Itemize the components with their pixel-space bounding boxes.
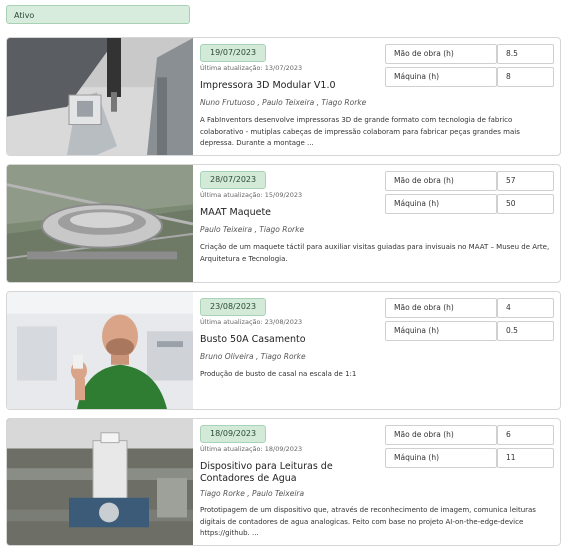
project-authors: Tiago Rorke , Paulo Teixeira [200,489,305,498]
last-updated-text: Última atualização: 18/09/2023 [200,445,303,453]
labour-hours-row: Mão de obra (h) 6 [385,425,554,445]
project-authors: Paulo Teixeira , Tiago Rorke [200,225,305,234]
project-title[interactable]: Busto 50A Casamento [200,334,385,346]
labour-hours-value: 57 [497,171,554,191]
project-description: Prototipagem de um dispositivo que, atra… [200,506,536,537]
machine-hours-row: Máquina (h) 8 [385,67,554,87]
project-thumbnail[interactable] [7,38,193,155]
project-authors: Nuno Frutuoso , Paulo Teixeira , Tiago R… [200,98,367,107]
hours-table: Mão de obra (h) 8.5 Máquina (h) 8 [385,44,554,90]
labour-hours-label: Mão de obra (h) [385,425,497,445]
machine-hours-value: 50 [497,194,554,214]
labour-hours-row: Mão de obra (h) 4 [385,298,554,318]
project-card[interactable]: 23/08/2023 Última atualização: 23/08/202… [6,291,561,410]
machine-hours-value: 8 [497,67,554,87]
hours-table: Mão de obra (h) 57 Máquina (h) 50 [385,171,554,217]
last-updated-text: Última atualização: 13/07/2023 [200,64,303,72]
machine-hours-row: Máquina (h) 11 [385,448,554,468]
machine-hours-label: Máquina (h) [385,448,497,468]
project-card[interactable]: 18/09/2023 Última atualização: 18/09/202… [6,418,561,546]
labour-hours-label: Mão de obra (h) [385,298,497,318]
project-thumbnail[interactable] [7,419,193,545]
labour-hours-value: 4 [497,298,554,318]
machine-hours-row: Máquina (h) 0.5 [385,321,554,341]
project-thumbnail[interactable] [7,292,193,409]
project-description: A FabInventors desenvolve impressoras 3D… [200,116,520,147]
project-title[interactable]: MAAT Maquete [200,207,385,219]
labour-hours-row: Mão de obra (h) 8.5 [385,44,554,64]
labour-hours-label: Mão de obra (h) [385,171,497,191]
project-title[interactable]: Dispositivo para Leituras de Contadores … [200,461,385,485]
last-updated-text: Última atualização: 15/09/2023 [200,191,303,199]
machine-hours-label: Máquina (h) [385,67,497,87]
hours-table: Mão de obra (h) 4 Máquina (h) 0.5 [385,298,554,344]
project-description: Produção de busto de casal na escala de … [200,370,357,378]
project-date-badge: 18/09/2023 [200,425,267,443]
labour-hours-value: 6 [497,425,554,445]
project-description: Criação de um maquete táctil para auxili… [200,243,550,263]
machine-hours-value: 0.5 [497,321,554,341]
last-updated-text: Última atualização: 23/08/2023 [200,318,303,326]
project-date-badge: 19/07/2023 [200,44,267,62]
project-card[interactable]: 28/07/2023 Última atualização: 15/09/202… [6,164,561,283]
machine-hours-label: Máquina (h) [385,194,497,214]
labour-hours-row: Mão de obra (h) 57 [385,171,554,191]
labour-hours-value: 8.5 [497,44,554,64]
project-title[interactable]: Impressora 3D Modular V1.0 [200,80,385,92]
project-date-badge: 23/08/2023 [200,298,267,316]
hours-table: Mão de obra (h) 6 Máquina (h) 11 [385,425,554,471]
project-authors: Bruno Oliveira , Tiago Rorke [200,352,306,361]
status-filter-tag[interactable]: Ativo [6,5,190,24]
project-date-badge: 28/07/2023 [200,171,267,189]
machine-hours-value: 11 [497,448,554,468]
project-thumbnail[interactable] [7,165,193,282]
project-card[interactable]: 19/07/2023 Última atualização: 13/07/202… [6,37,561,156]
machine-hours-label: Máquina (h) [385,321,497,341]
machine-hours-row: Máquina (h) 50 [385,194,554,214]
labour-hours-label: Mão de obra (h) [385,44,497,64]
